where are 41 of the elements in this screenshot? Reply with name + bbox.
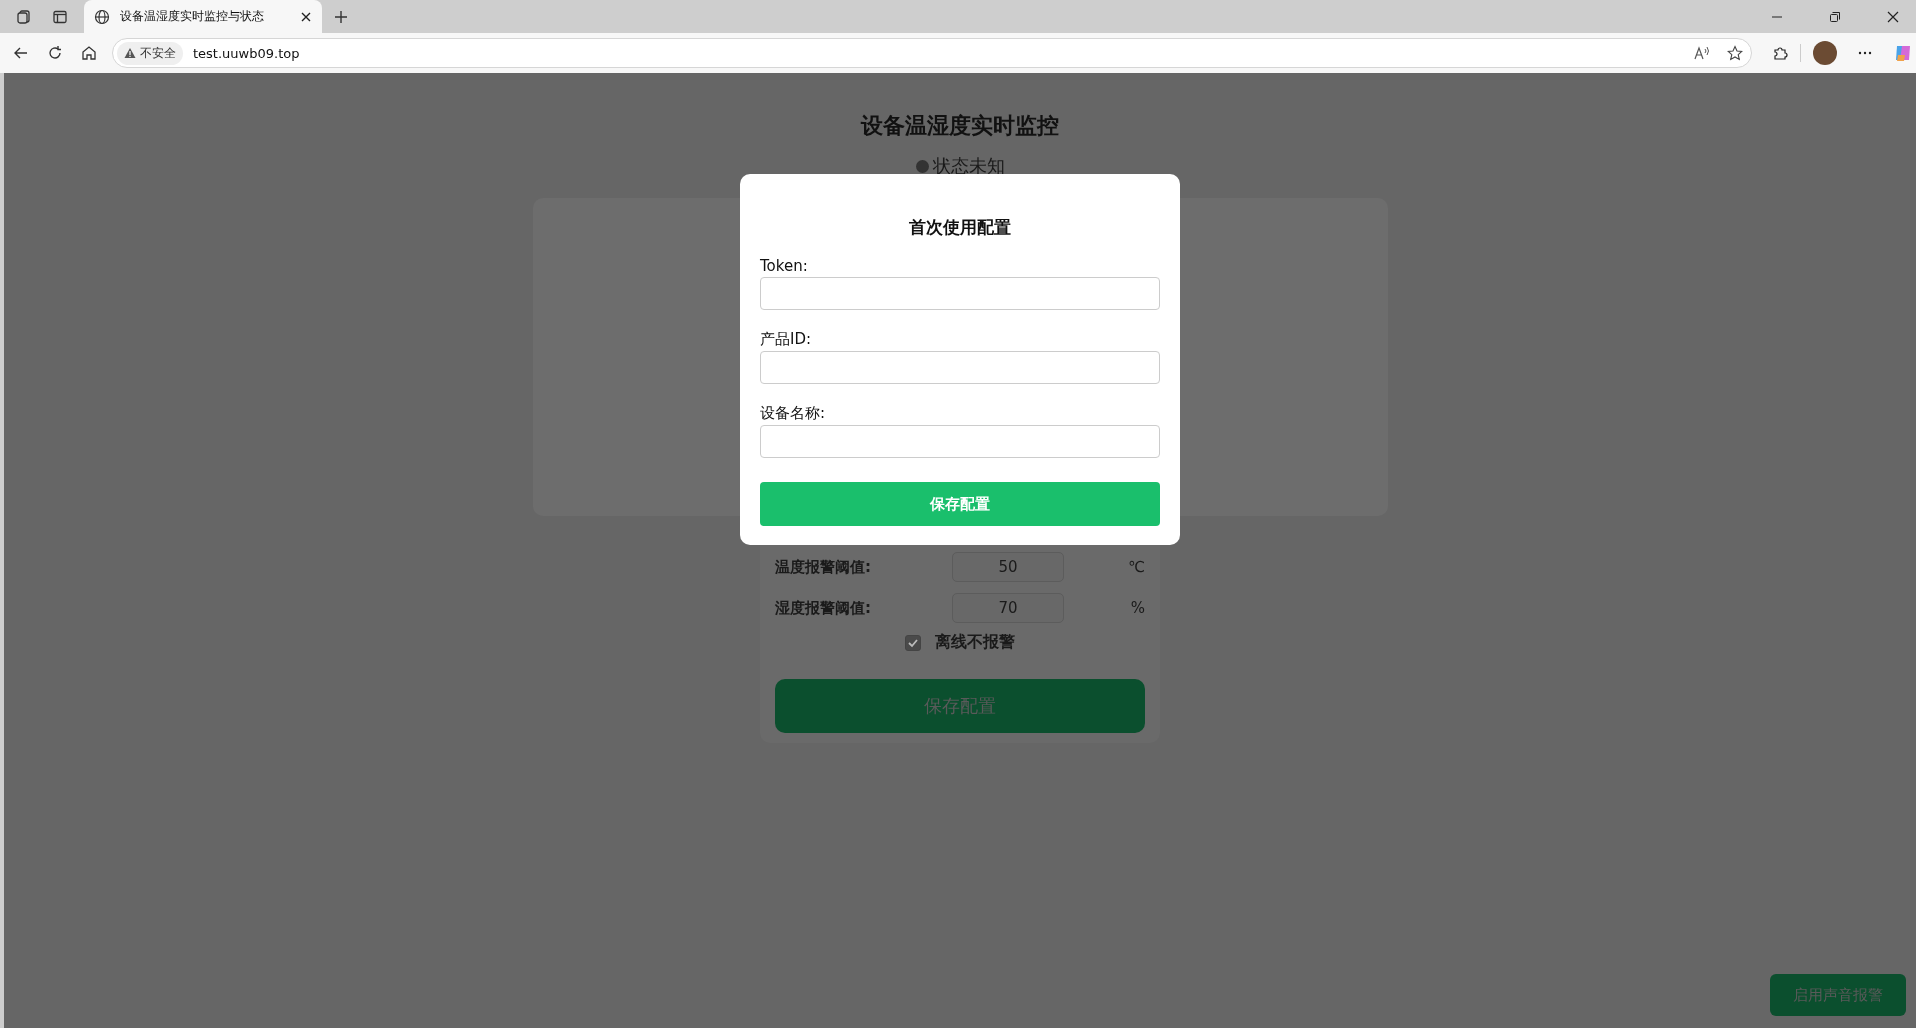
read-aloud-icon[interactable] — [1693, 45, 1711, 61]
field-label: Token: — [760, 257, 809, 275]
threshold-input[interactable]: 50 — [952, 552, 1064, 582]
page-title: 设备温湿度实时监控 — [861, 112, 1059, 140]
input-field[interactable] — [760, 425, 1160, 458]
security-indicator[interactable]: 不安全 — [117, 41, 183, 65]
input-field[interactable] — [760, 277, 1160, 310]
threshold-input[interactable]: 70 — [952, 593, 1064, 623]
dialog-title: 首次使用配置 — [908, 216, 1012, 239]
warning-icon — [124, 47, 136, 59]
copilot-icon[interactable] — [1893, 43, 1913, 63]
status-dot — [915, 159, 929, 173]
refresh-icon[interactable] — [47, 45, 63, 61]
threshold-label: 温度报警阈值: — [775, 557, 872, 577]
status-label: 状态未知 — [932, 154, 1005, 178]
profile-avatar[interactable] — [1813, 41, 1837, 65]
checkbox-label: 离线不报警 — [935, 632, 1015, 653]
address-bar[interactable]: 不安全 test.uuwb09.top — [112, 38, 1752, 68]
field-label: 产品ID: — [760, 330, 813, 349]
url-text: test.uuwb09.top — [193, 45, 300, 61]
tab-actions-icon[interactable] — [52, 8, 68, 25]
back-arrow-icon[interactable] — [13, 45, 29, 61]
browser-tab[interactable]: 设备温湿度实时监控与状态 — [84, 0, 322, 33]
new-tab-icon[interactable] — [334, 9, 348, 24]
security-label: 不安全 — [140, 44, 176, 62]
home-icon[interactable] — [81, 45, 97, 61]
puzzle-icon[interactable] — [1772, 45, 1788, 61]
unit-label: % — [1129, 599, 1145, 617]
input-field[interactable] — [760, 351, 1160, 384]
star-icon[interactable] — [1727, 45, 1743, 61]
close-icon[interactable] — [1887, 10, 1899, 23]
field-label: 设备名称: — [760, 404, 827, 423]
unit-label: ℃ — [1127, 558, 1145, 576]
globe-icon — [94, 8, 110, 25]
checkbox[interactable] — [905, 634, 921, 651]
tab-title: 设备温湿度实时监控与状态 — [120, 8, 265, 25]
save-config-button[interactable]: 保存配置 — [760, 482, 1160, 526]
threshold-label: 湿度报警阈值: — [775, 598, 872, 618]
restore-icon[interactable] — [1829, 10, 1841, 23]
workspaces-icon[interactable] — [16, 8, 32, 25]
close-icon[interactable] — [300, 10, 312, 23]
